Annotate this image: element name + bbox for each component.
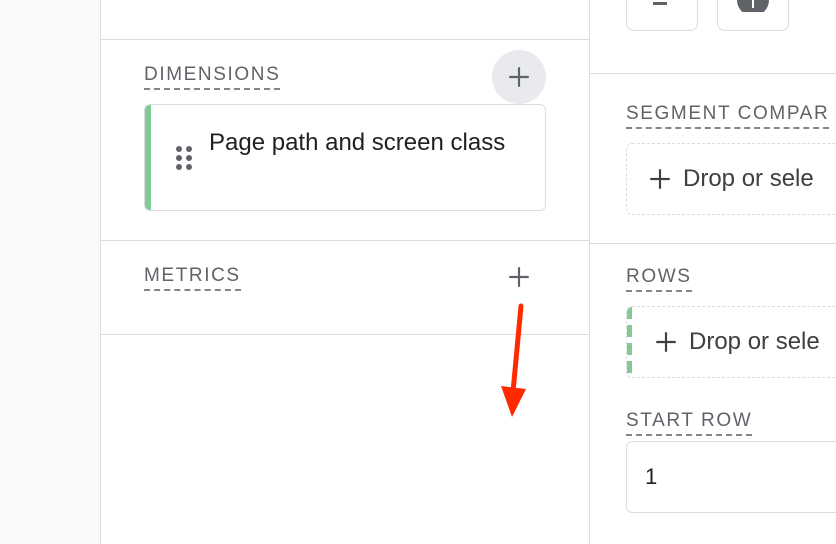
add-metric-button[interactable] (492, 250, 546, 304)
plus-icon (656, 332, 676, 352)
left-gutter (0, 0, 101, 544)
rows-drop-zone[interactable]: Drop or sele (626, 306, 836, 378)
metrics-title: METRICS (144, 265, 241, 291)
segment-comparisons-title: SEGMENT COMPAR (626, 103, 830, 129)
add-dimension-button[interactable] (492, 50, 546, 104)
divider-right-middle (590, 243, 836, 244)
dimension-chip[interactable]: Page path and screen class (144, 104, 546, 211)
segment-drop-label: Drop or sele (683, 165, 814, 192)
chip-accent-stripe (145, 105, 151, 210)
globe-icon (737, 0, 769, 12)
minus-icon (653, 2, 667, 5)
rows-title: ROWS (626, 266, 692, 292)
top-toolbar-button[interactable] (626, 0, 698, 31)
top-globe-button[interactable] (717, 0, 789, 31)
divider-top (101, 39, 589, 40)
rows-accent-stripe (627, 307, 632, 377)
start-row-input[interactable]: 1 (626, 441, 836, 513)
dimension-chip-label: Page path and screen class (209, 129, 506, 156)
start-row-value: 1 (645, 464, 658, 489)
divider-middle (101, 240, 589, 241)
segment-drop-zone[interactable]: Drop or sele (626, 143, 836, 215)
plus-icon (509, 67, 529, 87)
panel-divider (589, 0, 590, 544)
start-row-title: START ROW (626, 410, 753, 436)
plus-icon (650, 169, 670, 189)
dimensions-title: DIMENSIONS (144, 64, 281, 90)
drag-handle-icon[interactable] (175, 145, 193, 171)
plus-icon (509, 267, 529, 287)
rows-drop-label: Drop or sele (689, 328, 820, 355)
arrow-annotation (501, 303, 526, 417)
divider-right-top (590, 73, 836, 74)
